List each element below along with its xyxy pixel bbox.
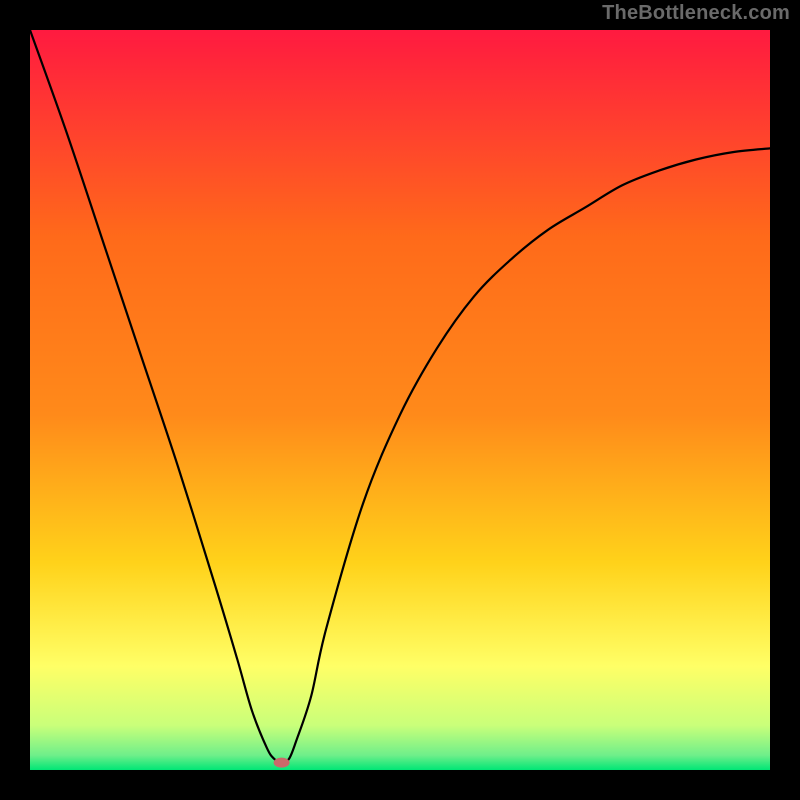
- optimal-point-marker: [274, 758, 290, 768]
- watermark-text: TheBottleneck.com: [0, 2, 790, 25]
- chart-background: [30, 30, 770, 770]
- plot-area: [30, 30, 770, 770]
- chart-svg: [30, 30, 770, 770]
- chart-container: TheBottleneck.com: [0, 0, 800, 800]
